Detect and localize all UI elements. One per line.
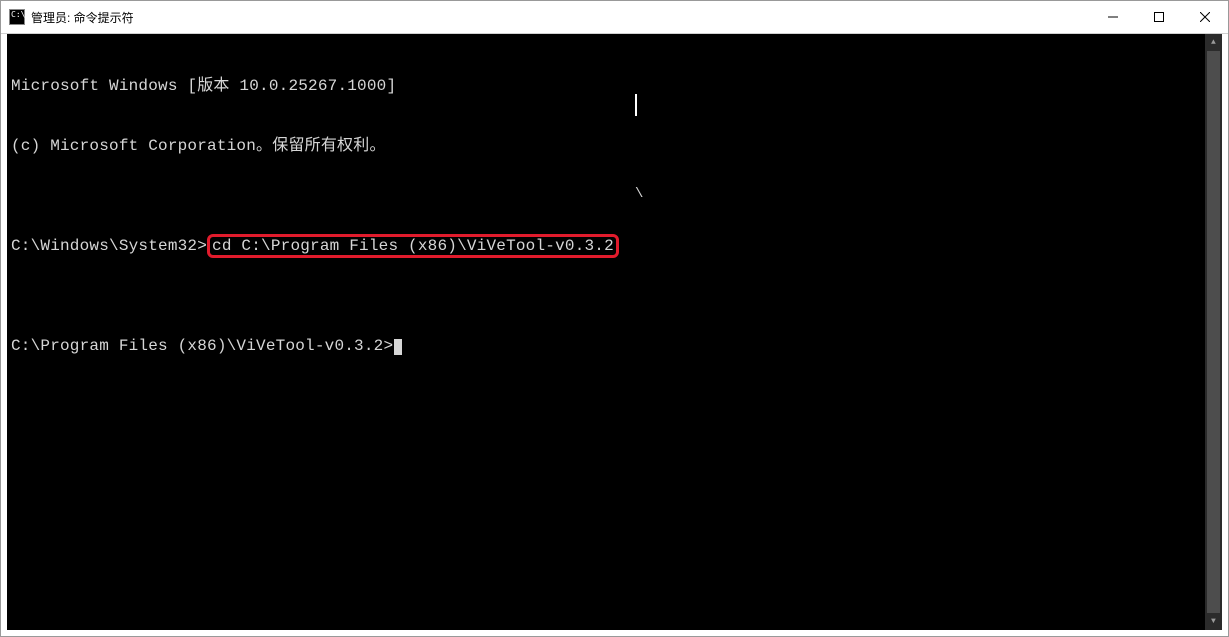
terminal-line: Microsoft Windows [版本 10.0.25267.1000] [11,76,1218,96]
scrollbar[interactable]: ▲ ▼ [1205,34,1222,630]
cmd-icon [9,9,25,25]
terminal-line: (c) Microsoft Corporation。保留所有权利。 [11,136,1218,156]
window-title: 管理员: 命令提示符 [31,9,134,26]
close-button[interactable] [1182,1,1228,33]
prompt-path: C:\Windows\System32> [11,237,207,255]
caret-artifact [635,94,637,116]
stray-mark: \ [635,184,644,204]
titlebar-left: 管理员: 命令提示符 [1,9,1090,26]
cmd-window: 管理员: 命令提示符 Microsoft Windows [版本 10.0.25… [0,0,1229,637]
close-icon [1200,12,1210,22]
maximize-icon [1154,12,1164,22]
titlebar[interactable]: 管理员: 命令提示符 [1,1,1228,34]
scroll-down-button[interactable]: ▼ [1205,613,1222,630]
maximize-button[interactable] [1136,1,1182,33]
terminal-line: C:\Program Files (x86)\ViVeTool-v0.3.2> [11,336,1218,356]
window-controls [1090,1,1228,33]
terminal-line: C:\Windows\System32>cd C:\Program Files … [11,236,1218,256]
text-cursor [394,339,402,355]
scroll-thumb[interactable] [1207,51,1220,613]
minimize-button[interactable] [1090,1,1136,33]
highlighted-command: cd C:\Program Files (x86)\ViVeTool-v0.3.… [207,234,619,258]
terminal-area[interactable]: Microsoft Windows [版本 10.0.25267.1000] (… [7,34,1222,630]
minimize-icon [1108,12,1118,22]
scroll-up-button[interactable]: ▲ [1205,34,1222,51]
prompt-path: C:\Program Files (x86)\ViVeTool-v0.3.2> [11,337,393,355]
scroll-track[interactable] [1205,51,1222,613]
